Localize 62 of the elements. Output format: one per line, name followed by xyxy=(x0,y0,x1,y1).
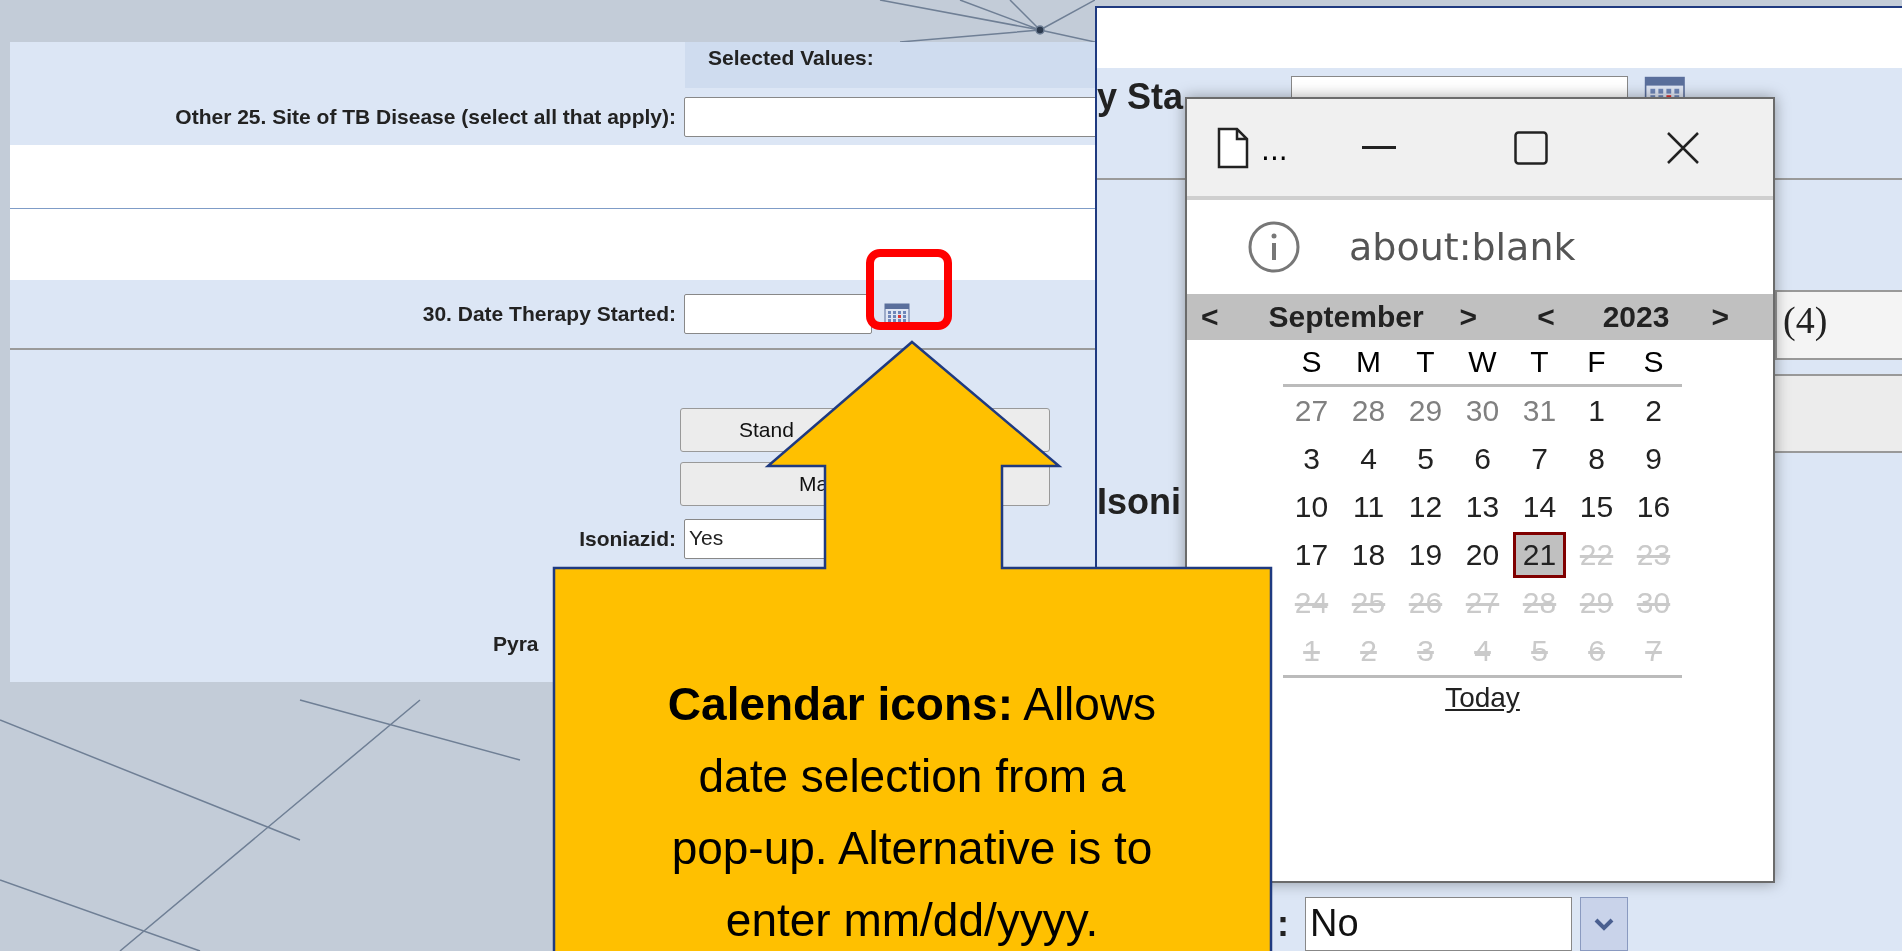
dropdown-icon[interactable] xyxy=(1580,897,1628,951)
calendar-day[interactable]: 30 xyxy=(1456,388,1509,434)
year-label: 2023 xyxy=(1602,300,1670,334)
date-field[interactable] xyxy=(684,294,872,334)
calendar-day[interactable]: 3 xyxy=(1285,436,1338,482)
field-label: y Sta xyxy=(1097,76,1184,118)
calendar-day[interactable]: 17 xyxy=(1285,532,1338,578)
weekday-label: S xyxy=(1283,340,1340,387)
calendar-day[interactable]: 1 xyxy=(1570,388,1623,434)
month-label: September xyxy=(1268,300,1424,334)
calendar-day[interactable]: 11 xyxy=(1342,484,1395,530)
input-field[interactable] xyxy=(684,96,1095,137)
field-label: Isoni xyxy=(1097,481,1181,522)
weekday-label: S xyxy=(1625,340,1682,387)
weekday-label: M xyxy=(1340,340,1397,387)
weekday-label: F xyxy=(1568,340,1625,387)
field-label: 30. Date Therapy Started: xyxy=(421,302,677,326)
count-label: (4) xyxy=(1775,290,1902,360)
previous-month-button[interactable]: < xyxy=(1201,300,1219,334)
previous-year-button[interactable]: < xyxy=(1537,300,1555,334)
today-link[interactable]: Today xyxy=(1445,682,1520,713)
calendar-day[interactable]: 12 xyxy=(1399,484,1452,530)
calendar-day[interactable]: 9 xyxy=(1627,436,1680,482)
page-icon xyxy=(1217,126,1249,169)
close-icon[interactable] xyxy=(1665,130,1700,165)
calendar-day[interactable]: 16 xyxy=(1627,484,1680,530)
calendar-day[interactable]: 19 xyxy=(1399,532,1452,578)
info-icon[interactable] xyxy=(1247,220,1301,274)
calendar-day[interactable]: 5 xyxy=(1399,436,1452,482)
next-year-button[interactable]: > xyxy=(1711,300,1729,334)
weekday-label: T xyxy=(1397,340,1454,387)
calendar-day[interactable]: 4 xyxy=(1342,436,1395,482)
calendar-day[interactable]: 31 xyxy=(1513,388,1566,434)
calendar-day[interactable]: 8 xyxy=(1570,436,1623,482)
weekday-label: T xyxy=(1511,340,1568,387)
calendar-day[interactable]: 21 xyxy=(1513,532,1566,578)
select-field[interactable]: No xyxy=(1305,897,1572,951)
maximize-icon[interactable] xyxy=(1513,130,1548,165)
calendar-day[interactable]: 29 xyxy=(1399,388,1452,434)
calendar-day[interactable]: 27 xyxy=(1285,388,1338,434)
calendar-day[interactable]: 20 xyxy=(1456,532,1509,578)
calendar-icon[interactable] xyxy=(884,303,910,325)
calendar-day[interactable]: 2 xyxy=(1627,388,1680,434)
minimize-icon[interactable] xyxy=(1361,145,1396,150)
column-heading: Selected Values: xyxy=(685,42,1095,88)
address-text: about:blank xyxy=(1349,225,1576,269)
calendar-day[interactable]: 6 xyxy=(1456,436,1509,482)
field-label: : xyxy=(1277,903,1289,945)
callout-text: Calendar icons: Allows date selection from a pop-up. Alternative is to enter mm/dd/yyyy. xyxy=(666,677,1158,948)
calendar-day[interactable]: 13 xyxy=(1456,484,1509,530)
calendar-day[interactable]: 10 xyxy=(1285,484,1338,530)
calendar-day[interactable]: 14 xyxy=(1513,484,1566,530)
calendar-day[interactable]: 28 xyxy=(1342,388,1395,434)
weekday-label: W xyxy=(1454,340,1511,387)
next-month-button[interactable]: > xyxy=(1459,300,1478,334)
field-label: Isoniazid: xyxy=(578,527,677,551)
calendar-day[interactable]: 18 xyxy=(1342,532,1395,578)
calendar-day[interactable]: 15 xyxy=(1570,484,1623,530)
field-label: Pyra xyxy=(493,632,540,656)
field-label: Other 25. Site of TB Disease (select all that apply): xyxy=(174,104,677,129)
calendar-day[interactable]: 7 xyxy=(1513,436,1566,482)
window-title: ... xyxy=(1261,134,1288,167)
